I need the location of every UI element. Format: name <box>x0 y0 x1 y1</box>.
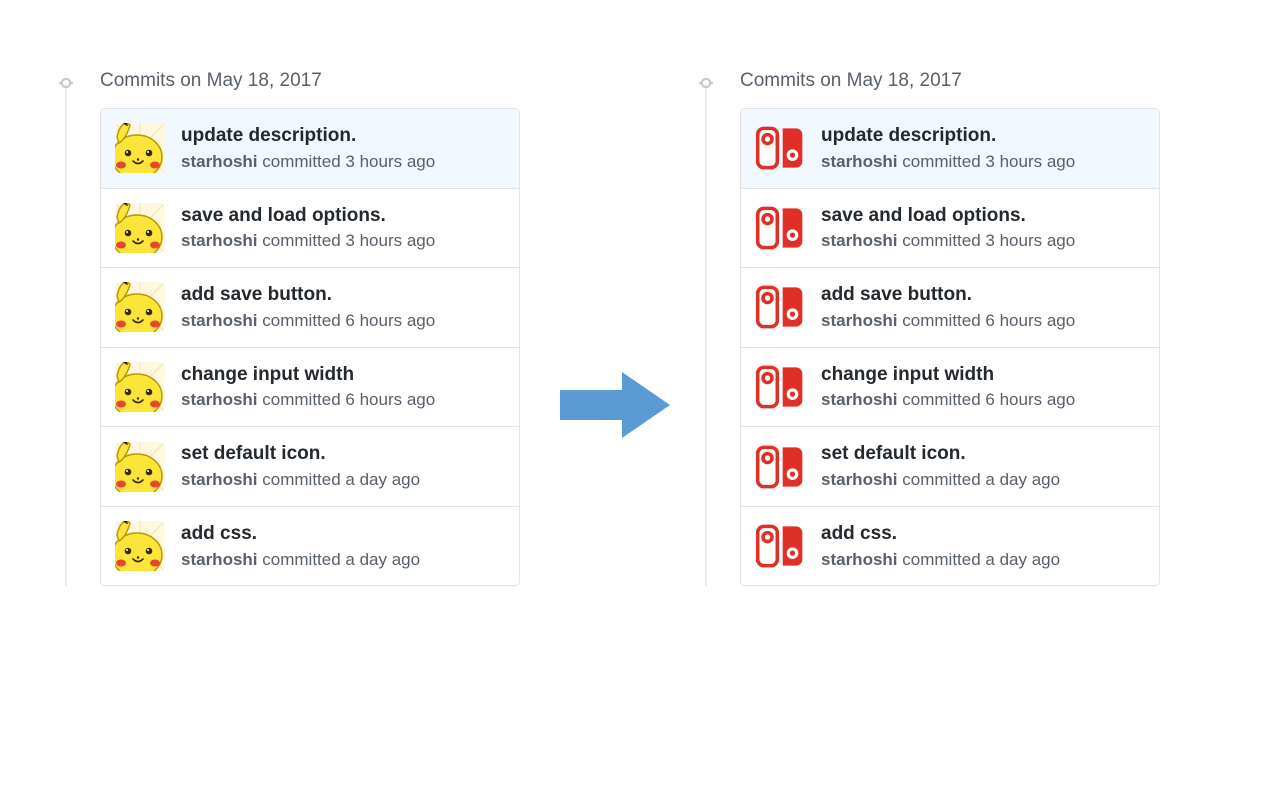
commit-author[interactable]: starhoshi <box>181 390 258 409</box>
commit-list: update description.starhoshi committed 3… <box>740 108 1160 586</box>
transform-arrow-icon <box>560 370 670 440</box>
commit-meta: starhoshi committed 6 hours ago <box>821 389 1075 412</box>
commit-action: committed 6 hours ago <box>902 390 1075 409</box>
commit-action: committed a day ago <box>902 470 1060 489</box>
timeline-line <box>705 84 707 586</box>
commit-author[interactable]: starhoshi <box>181 231 258 250</box>
switch-avatar-icon[interactable] <box>755 203 805 253</box>
commit-meta: starhoshi committed a day ago <box>181 469 420 492</box>
commit-text: set default icon.starhoshi committed a d… <box>821 441 1060 492</box>
commit-action: committed 3 hours ago <box>262 152 435 171</box>
commit-author[interactable]: starhoshi <box>821 152 898 171</box>
commit-title[interactable]: set default icon. <box>181 441 420 467</box>
commit-item[interactable]: add css.starhoshi committed a day ago <box>101 506 519 586</box>
commits-date-header: Commits on May 18, 2017 <box>100 70 520 92</box>
commit-item[interactable]: add css.starhoshi committed a day ago <box>741 506 1159 586</box>
commit-action: committed a day ago <box>262 550 420 569</box>
commit-action: committed 3 hours ago <box>262 231 435 250</box>
pikachu-avatar-icon[interactable] <box>115 203 165 253</box>
switch-avatar-icon[interactable] <box>755 521 805 571</box>
commit-text: add css.starhoshi committed a day ago <box>181 521 420 572</box>
commit-item[interactable]: save and load options.starhoshi committe… <box>101 188 519 268</box>
switch-avatar-icon[interactable] <box>755 442 805 492</box>
commit-title[interactable]: set default icon. <box>821 441 1060 467</box>
timeline-line <box>65 84 67 586</box>
commit-action: committed 6 hours ago <box>262 311 435 330</box>
commit-item[interactable]: change input widthstarhoshi committed 6 … <box>741 347 1159 427</box>
commit-text: change input widthstarhoshi committed 6 … <box>181 362 435 413</box>
commit-text: add css.starhoshi committed a day ago <box>821 521 1060 572</box>
commit-title[interactable]: change input width <box>181 362 435 388</box>
pikachu-avatar-icon[interactable] <box>115 442 165 492</box>
commit-meta: starhoshi committed a day ago <box>181 549 420 572</box>
commit-meta: starhoshi committed a day ago <box>821 549 1060 572</box>
commit-action: committed 3 hours ago <box>902 152 1075 171</box>
commit-item[interactable]: add save button.starhoshi committed 6 ho… <box>741 267 1159 347</box>
pikachu-avatar-icon[interactable] <box>115 521 165 571</box>
commit-item[interactable]: update description.starhoshi committed 3… <box>101 109 519 188</box>
commit-author[interactable]: starhoshi <box>181 152 258 171</box>
pikachu-avatar-icon[interactable] <box>115 123 165 173</box>
commit-author[interactable]: starhoshi <box>821 550 898 569</box>
commit-text: save and load options.starhoshi committe… <box>181 203 435 254</box>
commit-item[interactable]: set default icon.starhoshi committed a d… <box>741 426 1159 506</box>
commit-list: update description.starhoshi committed 3… <box>100 108 520 586</box>
commit-title[interactable]: add css. <box>821 521 1060 547</box>
commit-item[interactable]: set default icon.starhoshi committed a d… <box>101 426 519 506</box>
commit-meta: starhoshi committed 6 hours ago <box>821 310 1075 333</box>
commit-text: add save button.starhoshi committed 6 ho… <box>821 282 1075 333</box>
commit-title[interactable]: update description. <box>181 123 435 149</box>
commit-author[interactable]: starhoshi <box>821 311 898 330</box>
commit-meta: starhoshi committed 3 hours ago <box>181 230 435 253</box>
commit-author[interactable]: starhoshi <box>821 231 898 250</box>
commit-author[interactable]: starhoshi <box>181 470 258 489</box>
commit-action: committed 6 hours ago <box>902 311 1075 330</box>
timeline-node-icon <box>699 76 713 90</box>
commit-text: change input widthstarhoshi committed 6 … <box>821 362 1075 413</box>
commit-text: save and load options.starhoshi committe… <box>821 203 1075 254</box>
switch-avatar-icon[interactable] <box>755 362 805 412</box>
commit-author[interactable]: starhoshi <box>821 470 898 489</box>
commit-author[interactable]: starhoshi <box>821 390 898 409</box>
commit-title[interactable]: save and load options. <box>821 203 1075 229</box>
commit-item[interactable]: update description.starhoshi committed 3… <box>741 109 1159 188</box>
commit-item[interactable]: add save button.starhoshi committed 6 ho… <box>101 267 519 347</box>
commit-title[interactable]: add css. <box>181 521 420 547</box>
commit-meta: starhoshi committed 6 hours ago <box>181 389 435 412</box>
commit-item[interactable]: change input widthstarhoshi committed 6 … <box>101 347 519 427</box>
switch-avatar-icon[interactable] <box>755 282 805 332</box>
commits-date-header: Commits on May 18, 2017 <box>740 70 1160 92</box>
commit-title[interactable]: add save button. <box>181 282 435 308</box>
commit-text: update description.starhoshi committed 3… <box>821 123 1075 174</box>
commit-item[interactable]: save and load options.starhoshi committe… <box>741 188 1159 268</box>
timeline-node-icon <box>59 76 73 90</box>
commit-title[interactable]: change input width <box>821 362 1075 388</box>
commit-action: committed a day ago <box>262 470 420 489</box>
pikachu-avatar-icon[interactable] <box>115 282 165 332</box>
commit-author[interactable]: starhoshi <box>181 311 258 330</box>
commit-action: committed a day ago <box>902 550 1060 569</box>
commit-meta: starhoshi committed 3 hours ago <box>821 230 1075 253</box>
commit-action: committed 3 hours ago <box>902 231 1075 250</box>
commit-meta: starhoshi committed 3 hours ago <box>181 151 435 174</box>
commits-panel-right: Commits on May 18, 2017 update descripti… <box>690 70 1160 586</box>
commit-action: committed 6 hours ago <box>262 390 435 409</box>
pikachu-avatar-icon[interactable] <box>115 362 165 412</box>
commit-title[interactable]: add save button. <box>821 282 1075 308</box>
commits-panel-left: Commits on May 18, 2017 update descripti… <box>50 70 520 586</box>
switch-avatar-icon[interactable] <box>755 123 805 173</box>
commit-meta: starhoshi committed 3 hours ago <box>821 151 1075 174</box>
commit-title[interactable]: update description. <box>821 123 1075 149</box>
commit-author[interactable]: starhoshi <box>181 550 258 569</box>
commit-text: add save button.starhoshi committed 6 ho… <box>181 282 435 333</box>
commit-meta: starhoshi committed a day ago <box>821 469 1060 492</box>
commit-meta: starhoshi committed 6 hours ago <box>181 310 435 333</box>
commit-text: set default icon.starhoshi committed a d… <box>181 441 420 492</box>
commit-title[interactable]: save and load options. <box>181 203 435 229</box>
commit-text: update description.starhoshi committed 3… <box>181 123 435 174</box>
